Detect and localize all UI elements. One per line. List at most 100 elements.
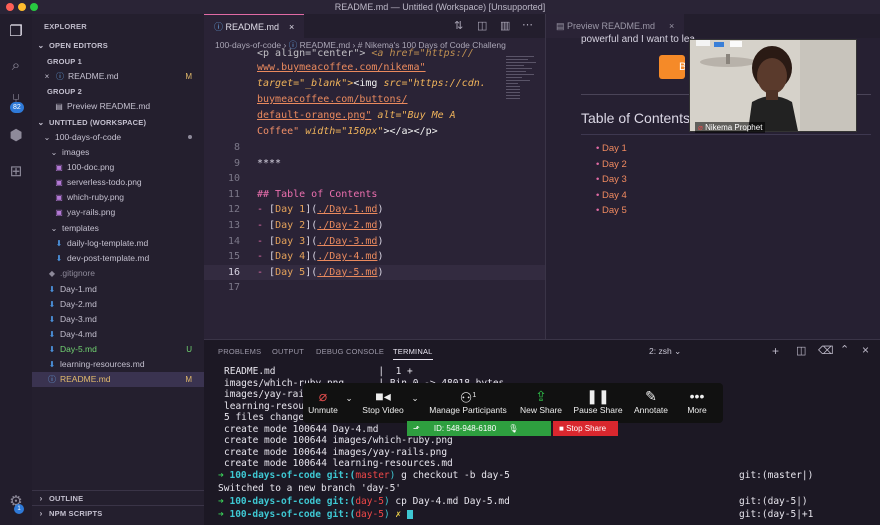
tab-problems[interactable]: PROBLEMS bbox=[218, 340, 261, 364]
file-item[interactable]: ⬇ learning-resources.md bbox=[32, 357, 204, 372]
preview-link[interactable]: Day 5 bbox=[602, 205, 627, 216]
share-arrow-icon: ⇪ bbox=[535, 388, 547, 404]
npm-scripts-header[interactable]: › NPM SCRIPTS bbox=[32, 505, 204, 520]
code-line[interactable]: 16 - [Day 5](./Day-5.md) bbox=[204, 264, 545, 281]
preview-link[interactable]: Day 4 bbox=[602, 190, 627, 201]
code-line[interactable]: 10 bbox=[204, 171, 545, 187]
code-line[interactable]: 8 bbox=[204, 140, 545, 156]
code-line[interactable]: 17 bbox=[204, 280, 545, 296]
pause-share-button[interactable]: ❚❚ Pause Share bbox=[571, 387, 625, 415]
annotate-button[interactable]: ✎ Annotate bbox=[631, 387, 671, 415]
search-icon[interactable]: ⌕ bbox=[6, 56, 26, 76]
terminal-output-line: Switched to a new branch 'day-5' bbox=[218, 483, 402, 494]
minimap[interactable] bbox=[504, 54, 540, 114]
markdown-file-icon: ⬇ bbox=[55, 254, 63, 263]
file-item[interactable]: ◆ .gitignore bbox=[32, 266, 204, 281]
open-editor-readme[interactable]: × ⓘ README.md M bbox=[32, 69, 204, 84]
preview-list-item[interactable]: • Day 3 bbox=[596, 174, 627, 185]
new-share-button[interactable]: ⇪ New Share bbox=[517, 387, 565, 415]
file-item[interactable]: ⬇ Day-3.md bbox=[32, 312, 204, 327]
file-image[interactable]: ▣ yay-rails.png bbox=[32, 205, 204, 220]
close-icon[interactable]: × bbox=[669, 21, 674, 31]
code-line-wrapped[interactable]: www.buymeacoffee.com/nikema" bbox=[204, 60, 545, 76]
file-item[interactable]: ⬇ Day-1.md bbox=[32, 282, 204, 297]
audio-options-button[interactable]: ⌄ bbox=[343, 393, 355, 404]
tab-readme[interactable]: ⓘ README.md × bbox=[204, 14, 305, 38]
file-item[interactable]: ⬇ Day-4.md bbox=[32, 327, 204, 342]
stop-share-button[interactable]: ■ Stop Share bbox=[553, 421, 618, 436]
code-line[interactable]: 15 - [Day 4](./Day-4.md) bbox=[204, 249, 545, 265]
file-image[interactable]: ▣ 100-doc.png bbox=[32, 160, 204, 175]
folder-images[interactable]: ⌄ images bbox=[32, 145, 204, 160]
file-item-untracked[interactable]: ⬇ Day-5.md U bbox=[32, 342, 204, 357]
more-icon[interactable]: ⋯ bbox=[522, 18, 533, 31]
extensions-icon[interactable]: ⊞ bbox=[6, 162, 26, 182]
close-window-button[interactable] bbox=[6, 3, 14, 11]
file-image[interactable]: ▣ serverless-todo.png bbox=[32, 175, 204, 190]
code-line-wrapped[interactable]: target="_blank"><img src="https://cdn. bbox=[204, 76, 545, 92]
meeting-id-bar[interactable]: ⬏ ID: 548-948-6180 🎙 bbox=[407, 421, 551, 436]
prompt-git-close: ) bbox=[389, 470, 396, 481]
split-terminal-icon[interactable]: ◫ bbox=[796, 344, 806, 357]
unmute-button[interactable]: ⌀ Unmute bbox=[307, 387, 339, 415]
shell-select[interactable]: 2: zsh ⌄ bbox=[649, 346, 681, 357]
code-line[interactable]: 9 **** bbox=[204, 156, 545, 172]
files-icon[interactable]: ❐ bbox=[6, 22, 26, 42]
split-icon[interactable]: ⇅ bbox=[454, 19, 463, 32]
code-line-wrapped[interactable]: Coffee" width="150px"></a></p> bbox=[204, 124, 545, 140]
preview-list-item[interactable]: • Day 1 bbox=[596, 143, 627, 154]
code-line-wrapped[interactable]: buymeacoffee.com/buttons/ bbox=[204, 92, 545, 108]
workspace-header[interactable]: ⌄ UNTITLED (WORKSPACE) bbox=[32, 115, 204, 130]
close-panel-icon[interactable]: × bbox=[862, 343, 869, 357]
preview-list-item[interactable]: • Day 5 bbox=[596, 205, 627, 216]
markdown-file-icon: ⬇ bbox=[48, 315, 56, 324]
code-line-wrapped[interactable]: default-orange.png" alt="Buy Me A bbox=[204, 108, 545, 124]
preview-icon[interactable]: ◫ bbox=[477, 19, 487, 32]
activity-bar: ❐ ⌕ ⑂ 82 ⬢ ⊞ ⚙ 1 bbox=[0, 14, 32, 525]
split-editor-icon[interactable]: ▥ bbox=[500, 19, 510, 32]
group-2-label: GROUP 2 bbox=[47, 87, 83, 96]
file-item[interactable]: ⬇ Day-2.md bbox=[32, 297, 204, 312]
preview-list-item[interactable]: • Day 4 bbox=[596, 190, 627, 201]
folder-templates[interactable]: ⌄ templates bbox=[32, 221, 204, 236]
code-line[interactable]: 11 ## Table of Contents bbox=[204, 187, 545, 203]
open-editor-readme-label: README.md bbox=[68, 71, 119, 81]
video-options-button[interactable]: ⌄ bbox=[409, 393, 421, 404]
code-token: default-orange.png" bbox=[257, 110, 372, 121]
manage-participants-button[interactable]: ⚇1 Manage Participants bbox=[425, 387, 511, 415]
more-button[interactable]: ••• More bbox=[677, 387, 717, 415]
file-template[interactable]: ⬇ dev-post-template.md bbox=[32, 251, 204, 266]
buy-me-a-coffee-button[interactable]: B bbox=[659, 55, 685, 79]
debug-icon[interactable]: ⬢ bbox=[6, 126, 26, 146]
stop-video-button[interactable]: ■◂ Stop Video bbox=[359, 387, 407, 415]
zoom-window-button[interactable] bbox=[30, 3, 38, 11]
tab-terminal[interactable]: TERMINAL bbox=[393, 340, 433, 360]
open-editor-preview[interactable]: ▤ Preview README.md bbox=[32, 99, 204, 114]
minimize-window-button[interactable] bbox=[18, 3, 26, 11]
line-number: 11 bbox=[227, 188, 240, 200]
tab-debug-console[interactable]: DEBUG CONSOLE bbox=[316, 340, 384, 364]
open-editors-header[interactable]: ⌄ OPEN EDITORS bbox=[32, 38, 204, 53]
preview-link[interactable]: Day 1 bbox=[602, 143, 627, 154]
code-line[interactable]: 12 - [Day 1](./Day-1.md) bbox=[204, 202, 545, 218]
code-line[interactable]: 13 - [Day 2](./Day-2.md) bbox=[204, 218, 545, 234]
file-item-selected[interactable]: ⓘ README.md M bbox=[32, 372, 204, 387]
add-terminal-icon[interactable]: + bbox=[772, 344, 779, 358]
file-template[interactable]: ⬇ daily-log-template.md bbox=[32, 236, 204, 251]
tab-output[interactable]: OUTPUT bbox=[272, 340, 304, 364]
trash-icon[interactable]: ⌫ bbox=[818, 344, 834, 357]
close-icon[interactable]: × bbox=[42, 69, 52, 84]
preview-link[interactable]: Day 2 bbox=[602, 159, 627, 170]
folder-root[interactable]: ⌄ 100-days-of-code bbox=[32, 130, 204, 145]
code-line[interactable]: 14 - [Day 3](./Day-3.md) bbox=[204, 234, 545, 250]
close-icon[interactable]: × bbox=[289, 22, 294, 32]
file-image[interactable]: ▣ which-ruby.png bbox=[32, 190, 204, 205]
maximize-panel-icon[interactable]: ⌃ bbox=[840, 343, 849, 356]
file-template-label: daily-log-template.md bbox=[67, 238, 149, 248]
preview-link[interactable]: Day 3 bbox=[602, 174, 627, 185]
preview-list-item[interactable]: • Day 2 bbox=[596, 159, 627, 170]
folder-templates-label: templates bbox=[62, 223, 99, 233]
camera-preview[interactable]: ⌀ Nikema Prophet bbox=[689, 39, 857, 133]
outline-header[interactable]: › OUTLINE bbox=[32, 490, 204, 505]
chevron-down-icon: ⌄ bbox=[345, 393, 353, 403]
